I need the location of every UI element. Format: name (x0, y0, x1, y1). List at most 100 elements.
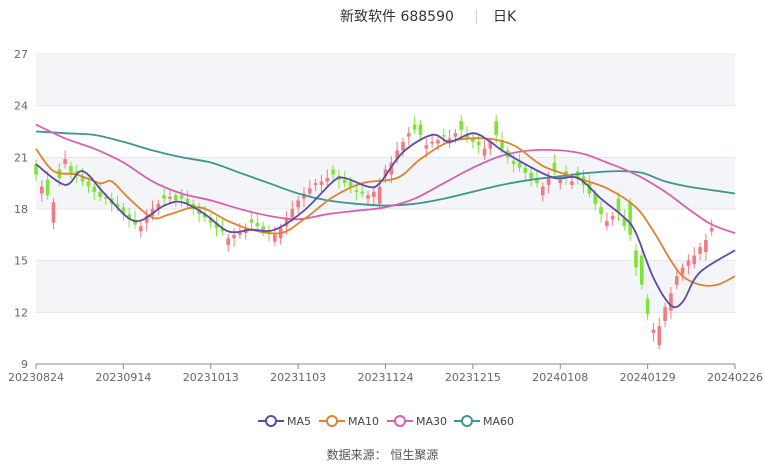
legend: MA5 MA10 MA30 MA60 (0, 412, 765, 430)
candle-body (63, 159, 67, 165)
candle (657, 317, 662, 350)
candle-body (634, 250, 638, 268)
candle-body (296, 200, 300, 208)
candle-body (546, 178, 551, 185)
candle-body (348, 181, 353, 187)
candle-body (674, 276, 679, 285)
candle-body (319, 181, 324, 185)
candle-body (331, 169, 335, 175)
legend-marker-ma60 (454, 414, 480, 428)
candle (447, 129, 452, 148)
legend-item-ma5[interactable]: MA5 (258, 412, 311, 430)
candle-body (494, 121, 498, 135)
candle-body (51, 202, 56, 223)
candle-body (436, 140, 440, 144)
candle-body (261, 226, 265, 230)
candle-body (605, 221, 609, 227)
y-tick-label: 15 (14, 255, 28, 268)
candle-body (523, 167, 528, 173)
candle-body (412, 124, 417, 130)
y-tick-label: 27 (14, 48, 28, 61)
candle (226, 233, 231, 252)
candle-body (645, 298, 650, 315)
candle-body (651, 329, 656, 333)
legend-item-ma10[interactable]: MA10 (319, 412, 379, 430)
grid-band (36, 54, 735, 106)
candle-body (377, 186, 382, 204)
candle-body (692, 255, 697, 265)
grid-band (36, 260, 735, 313)
candle-body (657, 326, 662, 346)
x-tick-label: 20230914 (95, 371, 151, 384)
x-tick-label: 20230824 (8, 371, 64, 384)
legend-item-ma60[interactable]: MA60 (454, 412, 514, 430)
candle-body (360, 191, 365, 194)
candle-body (558, 179, 563, 184)
x-tick-label: 20240108 (532, 371, 588, 384)
candle-body (45, 179, 50, 196)
candle-body (639, 255, 644, 285)
candle-body (669, 293, 673, 311)
candle-body (325, 178, 330, 182)
candle (610, 211, 615, 226)
candle (704, 233, 708, 261)
candle-body (540, 186, 545, 196)
candle-body (372, 191, 376, 197)
candle-body (232, 234, 236, 239)
candle-body (628, 202, 632, 235)
candle-body (354, 190, 359, 192)
candle (441, 128, 446, 146)
candle-body (168, 196, 172, 199)
candle (605, 212, 609, 231)
candle-body (92, 186, 97, 192)
candle (139, 221, 143, 238)
candle-body (517, 162, 522, 168)
candle-body (69, 165, 73, 173)
x-tick-label: 20240129 (620, 371, 676, 384)
candle (709, 219, 714, 236)
candle-body (313, 183, 318, 185)
candle-body (482, 148, 487, 156)
candle-body (342, 179, 347, 184)
candle-body (570, 181, 574, 185)
candle-body (680, 267, 685, 275)
candle-body (535, 179, 539, 184)
candles (34, 114, 714, 350)
y-tick-label: 18 (14, 203, 28, 216)
x-tick-label: 20231103 (270, 371, 326, 384)
legend-marker-ma10 (319, 414, 345, 428)
candle (412, 116, 417, 135)
candle-body (709, 227, 714, 232)
candle-body (529, 172, 533, 178)
candle-body (406, 133, 411, 137)
candle-body (40, 186, 44, 194)
legend-label-ma60: MA60 (483, 414, 515, 428)
legend-label-ma5: MA5 (287, 414, 312, 428)
candle-body (459, 121, 464, 130)
candle-body (610, 215, 615, 220)
y-tick-label: 21 (14, 151, 28, 164)
candle-body (453, 133, 458, 137)
y-tick-label: 12 (14, 306, 28, 319)
candle (651, 323, 656, 342)
candle-body (249, 219, 254, 223)
legend-marker-ma5 (258, 414, 284, 428)
candle-body (173, 195, 178, 201)
candle-body (511, 160, 516, 165)
candle-body (273, 234, 277, 242)
candle-body (255, 222, 260, 227)
candle (698, 242, 702, 261)
candle-body (86, 181, 91, 187)
candle (471, 134, 475, 149)
candle-body (686, 260, 691, 266)
legend-label-ma10: MA10 (348, 414, 380, 428)
candle-body (366, 195, 370, 199)
legend-item-ma30[interactable]: MA30 (387, 412, 447, 430)
candle-body (599, 207, 603, 215)
x-tick-label: 20231124 (358, 371, 414, 384)
x-tick-label: 20240226 (707, 371, 763, 384)
legend-marker-ma30 (387, 414, 413, 428)
candle (133, 210, 137, 229)
data-source: 数据来源： 恒生聚源 (326, 448, 439, 462)
candle-body (441, 134, 446, 137)
